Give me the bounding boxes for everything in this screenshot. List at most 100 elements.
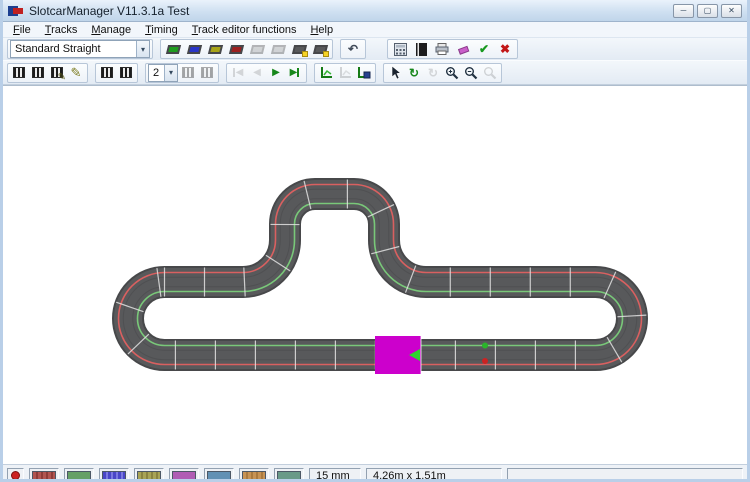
zoom-fit-button — [481, 64, 499, 82]
minimize-button[interactable]: ─ — [673, 3, 694, 18]
edit-lane-button[interactable]: ✎ — [48, 64, 66, 83]
rotate-button[interactable]: ↻ — [405, 64, 423, 82]
last-arrow-icon: ▶ — [289, 67, 298, 78]
rotate-alt-button: ↻ — [427, 65, 439, 80]
grid-size-panel: 15 mm — [309, 468, 361, 482]
calculator-icon — [393, 42, 407, 56]
copy-badge-icon — [302, 51, 308, 57]
analysis-button[interactable] — [317, 64, 335, 82]
lane-count-select[interactable]: 2 ▾ — [148, 63, 178, 82]
notebook-icon — [415, 42, 427, 56]
olive-piece-icon — [207, 44, 223, 54]
swatch-olive[interactable] — [134, 468, 164, 479]
chart-save-icon — [358, 67, 371, 79]
piece-type-select[interactable]: Standard Straight ▾ — [10, 40, 150, 58]
section-tool-1-button[interactable] — [98, 64, 116, 82]
zoom-out-icon — [465, 66, 478, 79]
menu-file[interactable]: File — [6, 23, 38, 37]
swatch-tan[interactable] — [239, 468, 269, 479]
first-arrow-icon: ◀ — [235, 67, 244, 78]
last-bar-icon — [297, 68, 300, 77]
add-piece-button[interactable] — [163, 40, 183, 58]
calculator-button[interactable] — [390, 40, 410, 58]
gray-piece-icon — [249, 44, 265, 54]
lane-count-value: 2 — [153, 66, 160, 79]
blue-piece-icon — [186, 44, 202, 54]
print-button[interactable] — [432, 40, 452, 58]
insert-piece-button[interactable] — [184, 40, 204, 58]
red-car-marker — [482, 358, 488, 364]
status-bar: 15 mm 4.26m x 1.51m — [3, 464, 747, 482]
move-piece-forward-button — [268, 40, 288, 58]
paste-piece-button[interactable] — [310, 40, 330, 58]
swatch-tan-color — [242, 471, 266, 479]
menu-track-editor-functions[interactable]: Track editor functions — [185, 23, 304, 37]
swatch-green[interactable] — [64, 468, 94, 479]
last-piece-button[interactable]: ▶ — [286, 64, 304, 82]
delete-piece-button[interactable] — [226, 40, 246, 58]
app-window: SlotcarManager V11.3.1a Test ─ ▢ ✕ File … — [0, 0, 750, 482]
notebook-button[interactable] — [411, 40, 431, 58]
lane-tool-1-button[interactable] — [10, 64, 28, 82]
undo-button[interactable]: ↶ — [343, 40, 363, 58]
track-dimensions-panel: 4.26m x 1.51m — [366, 468, 502, 479]
swatch-blue[interactable] — [99, 468, 129, 479]
prev-arrow-icon: ◀ — [253, 67, 261, 78]
lane-color-swatches — [29, 468, 304, 479]
zoom-fit-icon — [484, 66, 497, 79]
replace-piece-button[interactable] — [205, 40, 225, 58]
grid-size-value: 15 mm — [316, 469, 350, 482]
first-piece-button: ◀ — [229, 64, 247, 82]
section-tool-2-button[interactable] — [117, 64, 135, 82]
menu-tracks[interactable]: Tracks — [38, 23, 85, 37]
lane-stripes-icon — [32, 67, 44, 78]
chevron-down-icon: ▾ — [136, 41, 149, 57]
menu-manage[interactable]: Manage — [84, 23, 138, 37]
section-stripes-icon — [101, 67, 113, 78]
menu-help[interactable]: Help — [303, 23, 340, 37]
swatch-purple[interactable] — [169, 468, 199, 479]
swatch-red[interactable] — [29, 468, 59, 479]
record-dot-icon — [11, 471, 20, 479]
toolbar-edit: ✎ ✎ 2 ▾ ◀ ◀ ▶ ▶ ↻ ↻ — [3, 60, 747, 85]
zoom-out-button[interactable] — [462, 64, 480, 82]
swatch-steel[interactable] — [204, 468, 234, 479]
eraser-icon — [457, 45, 469, 55]
confirm-button[interactable]: ✔ — [474, 40, 494, 58]
red-piece-icon — [228, 44, 244, 54]
swatch-teal[interactable] — [274, 468, 304, 479]
lane-tool-2-button[interactable] — [29, 64, 47, 82]
pencil-icon: ✎ — [57, 71, 66, 83]
close-button[interactable]: ✕ — [721, 3, 742, 18]
piece-type-value: Standard Straight — [15, 43, 101, 55]
record-indicator — [7, 468, 24, 479]
swatch-red-color — [32, 471, 56, 479]
status-filler-panel — [507, 468, 743, 479]
maximize-button[interactable]: ▢ — [697, 3, 718, 18]
erase-button[interactable] — [453, 40, 473, 58]
pointer-icon — [391, 65, 401, 79]
select-pointer-button[interactable] — [386, 64, 404, 82]
pencil-icon: ✎ — [70, 64, 82, 80]
chart-gray-icon — [339, 67, 351, 78]
track-canvas[interactable] — [3, 85, 747, 464]
copy-piece-button[interactable] — [289, 40, 309, 58]
lane-stripes-icon — [13, 67, 25, 78]
swatch-teal-color — [277, 471, 301, 479]
next-piece-button[interactable]: ▶ — [267, 64, 285, 82]
pair-tool-2-button — [198, 64, 216, 82]
draw-lane-button[interactable]: ✎ — [67, 64, 85, 82]
swatch-green-color — [67, 471, 91, 479]
printer-icon — [435, 43, 449, 55]
swatch-purple-color — [172, 471, 196, 479]
track-drawing — [112, 178, 648, 374]
menu-timing[interactable]: Timing — [138, 23, 185, 37]
gray-piece-icon — [270, 44, 286, 54]
cancel-button[interactable]: ✖ — [495, 40, 515, 58]
stripes-icon — [201, 67, 213, 78]
chevron-down-icon: ▾ — [164, 64, 177, 81]
toolbar-main: Standard Straight ▾ ↶ ✔ ✖ — [3, 38, 747, 60]
save-analysis-button[interactable] — [355, 64, 373, 82]
paste-badge-icon — [323, 51, 329, 57]
zoom-in-button[interactable] — [443, 64, 461, 82]
